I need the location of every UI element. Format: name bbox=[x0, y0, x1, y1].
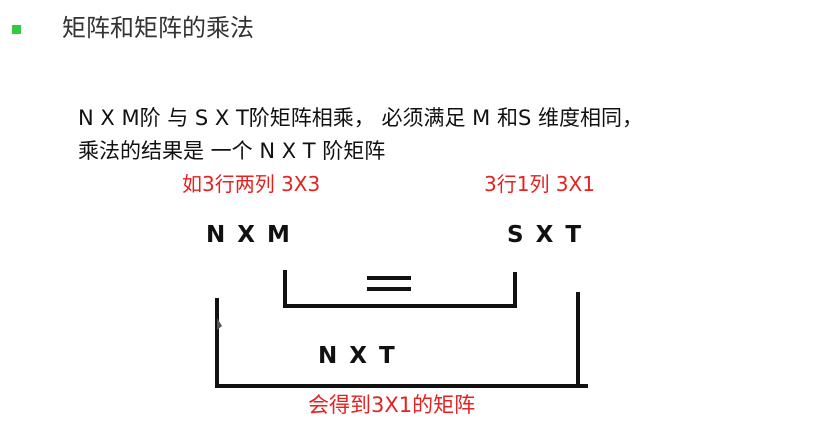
cursor-mark bbox=[217, 318, 222, 330]
result-matrix-label: N X T bbox=[318, 343, 397, 369]
outer-bracket bbox=[215, 298, 588, 388]
bracket-diagram bbox=[215, 270, 588, 388]
bottom-annotation: 会得到3X1的矩阵 bbox=[308, 393, 476, 417]
equals-bar-top bbox=[367, 276, 411, 280]
slide: 矩阵和矩阵的乘法 N X M阶 与 S X T阶矩阵相乘， 必须满足 M 和S … bbox=[0, 0, 816, 433]
equals-bar-bottom bbox=[367, 287, 411, 291]
